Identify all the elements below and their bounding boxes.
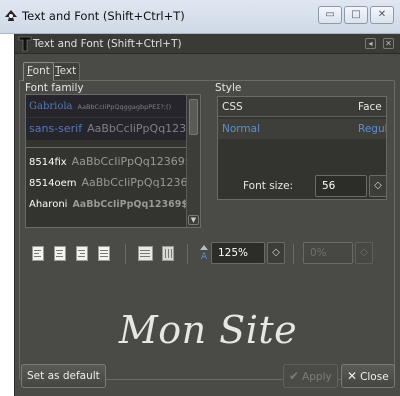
font-name: 8514fix: [29, 157, 67, 168]
align-center-icon[interactable]: [53, 246, 67, 262]
style-row-css: Normal: [222, 123, 260, 135]
line-spacing-stepper[interactable]: ◇: [267, 242, 285, 264]
font-list-item[interactable]: sans-serif AaBbCcIiPpQq12369: [26, 118, 186, 140]
text-font-dialog: Text and Font (Shift+Ctrl+T) ◂ ✕ Font Te…: [14, 34, 400, 396]
dialog-close-icon[interactable]: ✕: [383, 38, 394, 49]
font-list-separator: [26, 147, 186, 148]
apply-check-icon: ✔: [289, 369, 300, 383]
close-label: Close: [360, 371, 389, 383]
font-sample: AaBbCcIiPpQq12369: [87, 122, 186, 135]
letter-spacing-stepper[interactable]: ◇: [355, 242, 373, 264]
font-list-item[interactable]: 8514fix AaBbCcIiPpQq12369$€¢: [26, 151, 186, 173]
dialog-menu-icon[interactable]: ◂: [365, 38, 376, 49]
dialog-title: Text and Font (Shift+Ctrl+T): [33, 38, 182, 50]
font-list-item[interactable]: Gabriola AaBbCcIiPpQqggagbpPEΣ?;(): [26, 95, 186, 117]
tab-font[interactable]: Font: [23, 62, 54, 81]
window-title: Text and Font (Shift+Ctrl+T): [22, 9, 185, 23]
dialog-titlebar: Text and Font (Shift+Ctrl+T) ◂ ✕: [15, 34, 400, 54]
line-spacing-input[interactable]: 125%: [211, 242, 265, 264]
style-label: Style: [215, 82, 242, 94]
font-family-label: Font family: [25, 82, 84, 94]
tab-font-rest: ont: [32, 65, 50, 77]
align-left-icon[interactable]: [31, 246, 45, 262]
tab-text[interactable]: Text: [51, 62, 81, 80]
font-family-list[interactable]: Gabriola AaBbCcIiPpQqggagbpPEΣ?;() sans-s…: [25, 94, 201, 228]
font-preview: Mon Site: [118, 308, 298, 352]
maximize-icon[interactable]: □: [344, 6, 368, 24]
font-sample: AaBbCcIiPpQq12369$[]{}?: [72, 199, 186, 210]
toolbar-separator: [125, 244, 126, 264]
scrollbar-thumb[interactable]: [189, 99, 198, 135]
apply-label: Apply: [302, 371, 332, 383]
scroll-down-icon[interactable]: ▼: [188, 215, 199, 225]
font-sample: AaBbCcIiPpQq12369$€: [81, 176, 186, 189]
set-default-label: Set as default: [27, 370, 100, 382]
font-name: 8514oem: [29, 178, 77, 189]
style-col-face: Face: [358, 101, 382, 113]
style-col-css: CSS: [222, 101, 243, 113]
window-titlebar: Text and Font (Shift+Ctrl+T) ▭ □ ✕: [0, 0, 400, 34]
line-spacing-icon: A: [200, 245, 208, 262]
minimize-icon[interactable]: ▭: [318, 6, 342, 24]
text-tool-icon: [18, 36, 32, 52]
style-list-header: CSS Face: [218, 97, 386, 117]
font-sample: AaBbCcIiPpQqggagbpPEΣ?;(): [77, 103, 172, 111]
style-row[interactable]: Normal Regula: [218, 119, 386, 139]
horizontal-text-icon[interactable]: [137, 246, 153, 262]
set-as-default-button[interactable]: Set as default: [21, 364, 106, 388]
font-name: Gabriola: [29, 101, 73, 112]
font-list-item[interactable]: Aharoni AaBbCcIiPpQq12369$[]{}?: [26, 193, 186, 215]
font-sample: AaBbCcIiPpQq12369$€¢: [71, 155, 186, 168]
font-name: sans-serif: [29, 122, 83, 135]
align-right-icon[interactable]: [75, 246, 89, 262]
close-x-icon: ✕: [347, 369, 358, 383]
svg-text:A: A: [201, 252, 208, 262]
font-list-scrollbar[interactable]: ▼: [186, 95, 200, 227]
font-list-item[interactable]: 8514oem AaBbCcIiPpQq12369$€: [26, 172, 186, 194]
font-size-input[interactable]: 56: [315, 175, 367, 197]
tab-text-rest: ext: [59, 65, 77, 77]
inkscape-app-icon: [5, 10, 17, 21]
toolbar-separator: [293, 244, 294, 264]
toolbar-separator: [187, 244, 188, 264]
style-row-face: Regula: [358, 123, 386, 135]
apply-button[interactable]: ✔ Apply: [283, 364, 338, 388]
font-size-label: Font size:: [243, 180, 294, 192]
font-size-stepper[interactable]: ◇: [369, 175, 387, 197]
align-justify-icon[interactable]: [97, 246, 111, 262]
close-icon[interactable]: ✕: [370, 6, 394, 24]
close-button[interactable]: ✕ Close: [341, 364, 395, 388]
letter-spacing-input[interactable]: 0%: [303, 242, 353, 264]
vertical-text-icon[interactable]: [161, 246, 175, 262]
font-name: Aharoni: [29, 199, 68, 210]
